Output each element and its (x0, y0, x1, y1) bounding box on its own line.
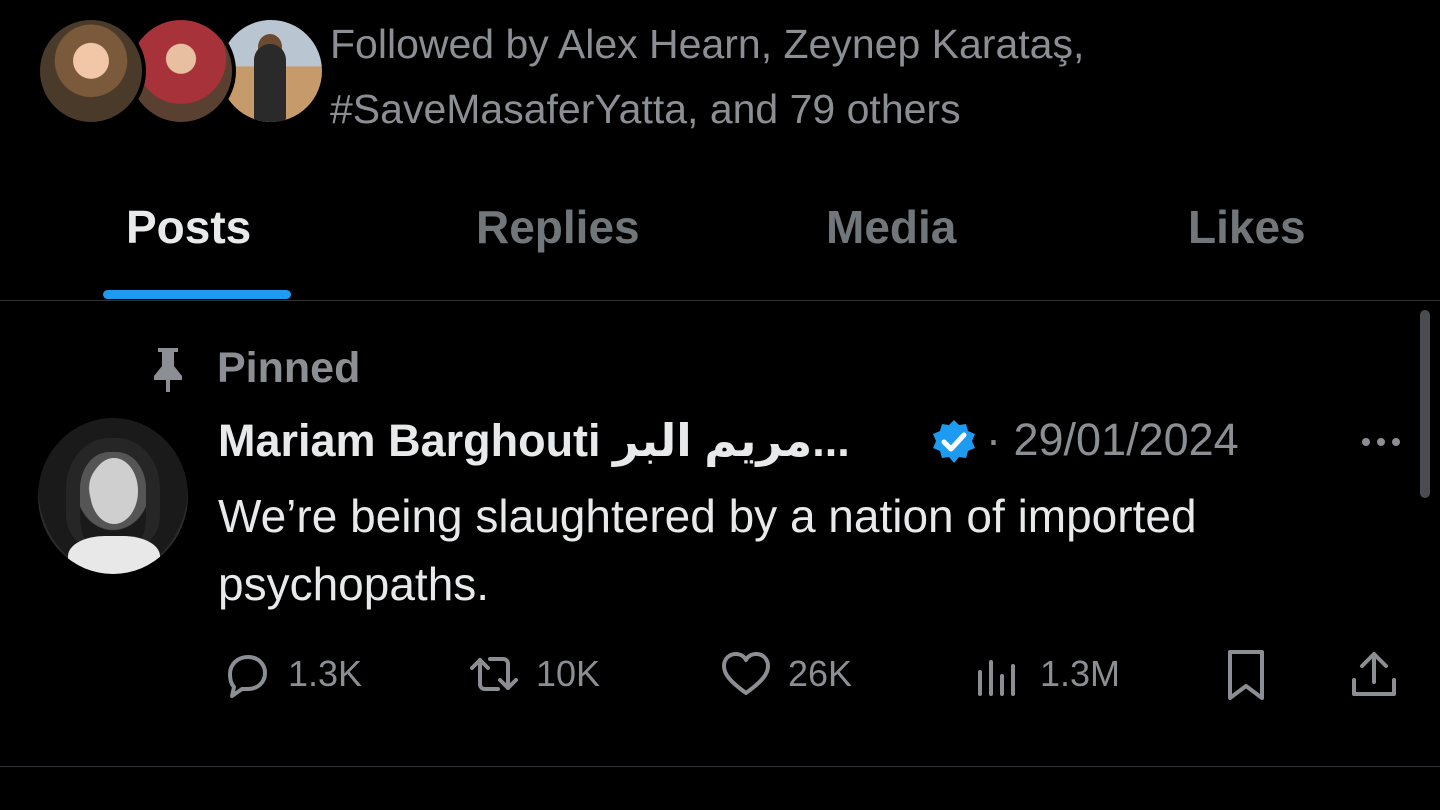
tab-likes[interactable]: Likes (1188, 200, 1306, 254)
views-button[interactable]: 1.3M (970, 642, 1120, 706)
profile-tabs: Posts Replies Media Likes (0, 170, 1440, 300)
bookmark-button[interactable] (1218, 642, 1274, 706)
post-date[interactable]: · 29/01/2024 (986, 414, 1239, 466)
share-icon (1352, 652, 1396, 696)
pin-icon (154, 348, 182, 392)
followers-row[interactable]: Followed by Alex Hearn, Zeynep Karataş, … (36, 12, 1416, 132)
tab-posts[interactable]: Posts (126, 200, 251, 254)
author-avatar[interactable] (38, 418, 188, 574)
pinned-label: Pinned (217, 344, 361, 392)
heart-icon (722, 652, 770, 695)
followed-by-text[interactable]: Followed by Alex Hearn, Zeynep Karataş, … (330, 12, 1410, 142)
verified-badge-icon (933, 420, 975, 463)
bookmark-icon (1228, 650, 1264, 700)
tab-replies[interactable]: Replies (476, 200, 640, 254)
post-header: Mariam Barghouti مريم البر... · 29/01/20… (218, 412, 1418, 476)
post-text[interactable]: We’re being slaughtered by a nation of i… (218, 482, 1398, 618)
more-dots-icon[interactable] (1356, 422, 1406, 462)
like-button[interactable]: 26K (718, 642, 852, 706)
active-tab-indicator (103, 290, 291, 299)
reply-icon (228, 655, 267, 698)
views-count: 1.3M (1040, 653, 1121, 694)
repost-count: 10K (536, 653, 601, 694)
scrollbar[interactable] (1420, 310, 1430, 498)
author-name[interactable]: Mariam Barghouti مريم البر... (218, 414, 850, 467)
views-chart-icon (978, 660, 1015, 696)
like-count: 26K (788, 653, 853, 694)
repost-icon (470, 657, 518, 691)
post-actions: 1.3K 10K 26K 1.3M (218, 642, 1408, 706)
reply-button[interactable]: 1.3K (218, 642, 362, 706)
follower-avatars[interactable] (36, 16, 326, 132)
reply-count: 1.3K (288, 653, 363, 694)
tabs-divider (0, 300, 1440, 301)
share-button[interactable] (1346, 642, 1402, 706)
tab-media[interactable]: Media (826, 200, 956, 254)
follower-avatar[interactable] (36, 16, 146, 126)
repost-button[interactable]: 10K (466, 642, 600, 706)
post-divider (0, 766, 1440, 767)
